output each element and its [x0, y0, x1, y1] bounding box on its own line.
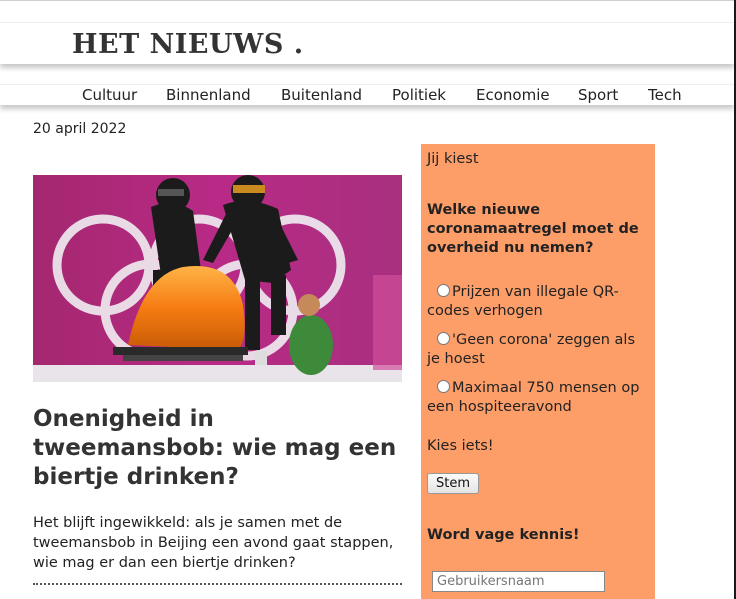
login-title: Word vage kennis! — [427, 527, 580, 543]
username-input[interactable] — [432, 571, 605, 592]
article-divider — [33, 583, 402, 585]
poll-option-label: Prijzen van illegale QR-codes verhogen — [427, 284, 619, 319]
poll-option-label: 'Geen corona' zeggen als je hoest — [427, 332, 636, 367]
vote-button[interactable]: Stem — [427, 473, 480, 494]
article-image[interactable] — [33, 175, 402, 382]
radio-button[interactable] — [437, 332, 450, 345]
article-headline[interactable]: Onenigheid in tweemansbob: wie mag een b… — [33, 405, 403, 492]
nav-item-tech[interactable]: Tech — [648, 86, 682, 104]
poll-sidebar: Jij kiest Welke nieuwe coronamaatregel m… — [421, 144, 655, 599]
radio-button[interactable] — [437, 380, 450, 393]
nav-item-sport[interactable]: Sport — [578, 86, 618, 104]
poll-hint: Kies iets! — [427, 438, 494, 454]
bobsled-photo — [33, 175, 402, 382]
poll-option-2[interactable]: 'Geen corona' zeggen als je hoest — [427, 331, 652, 369]
article-date: 20 april 2022 — [33, 121, 127, 137]
poll-question: Welke nieuwe coronamaatregel moet de ove… — [427, 202, 639, 256]
masthead: HET NIEUWS . — [0, 22, 734, 64]
window-top-border — [0, 0, 736, 1]
main-nav: Cultuur Binnenland Buitenland Politiek E… — [0, 84, 734, 105]
nav-item-economie[interactable]: Economie — [476, 86, 550, 104]
nav-item-cultuur[interactable]: Cultuur — [82, 86, 137, 104]
site-logo[interactable]: HET NIEUWS . — [72, 29, 304, 60]
nav-item-binnenland[interactable]: Binnenland — [166, 86, 251, 104]
article-lead: Het blijft ingewikkeld: als je samen met… — [33, 515, 394, 571]
poll-kicker: Jij kiest — [427, 151, 479, 167]
radio-button[interactable] — [437, 284, 450, 297]
poll-option-3[interactable]: Maximaal 750 mensen op een hospiteeravon… — [427, 379, 652, 417]
nav-item-buitenland[interactable]: Buitenland — [281, 86, 362, 104]
nav-item-politiek[interactable]: Politiek — [392, 86, 446, 104]
poll-option-1[interactable]: Prijzen van illegale QR-codes verhogen — [427, 283, 652, 321]
poll-option-label: Maximaal 750 mensen op een hospiteeravon… — [427, 380, 640, 415]
